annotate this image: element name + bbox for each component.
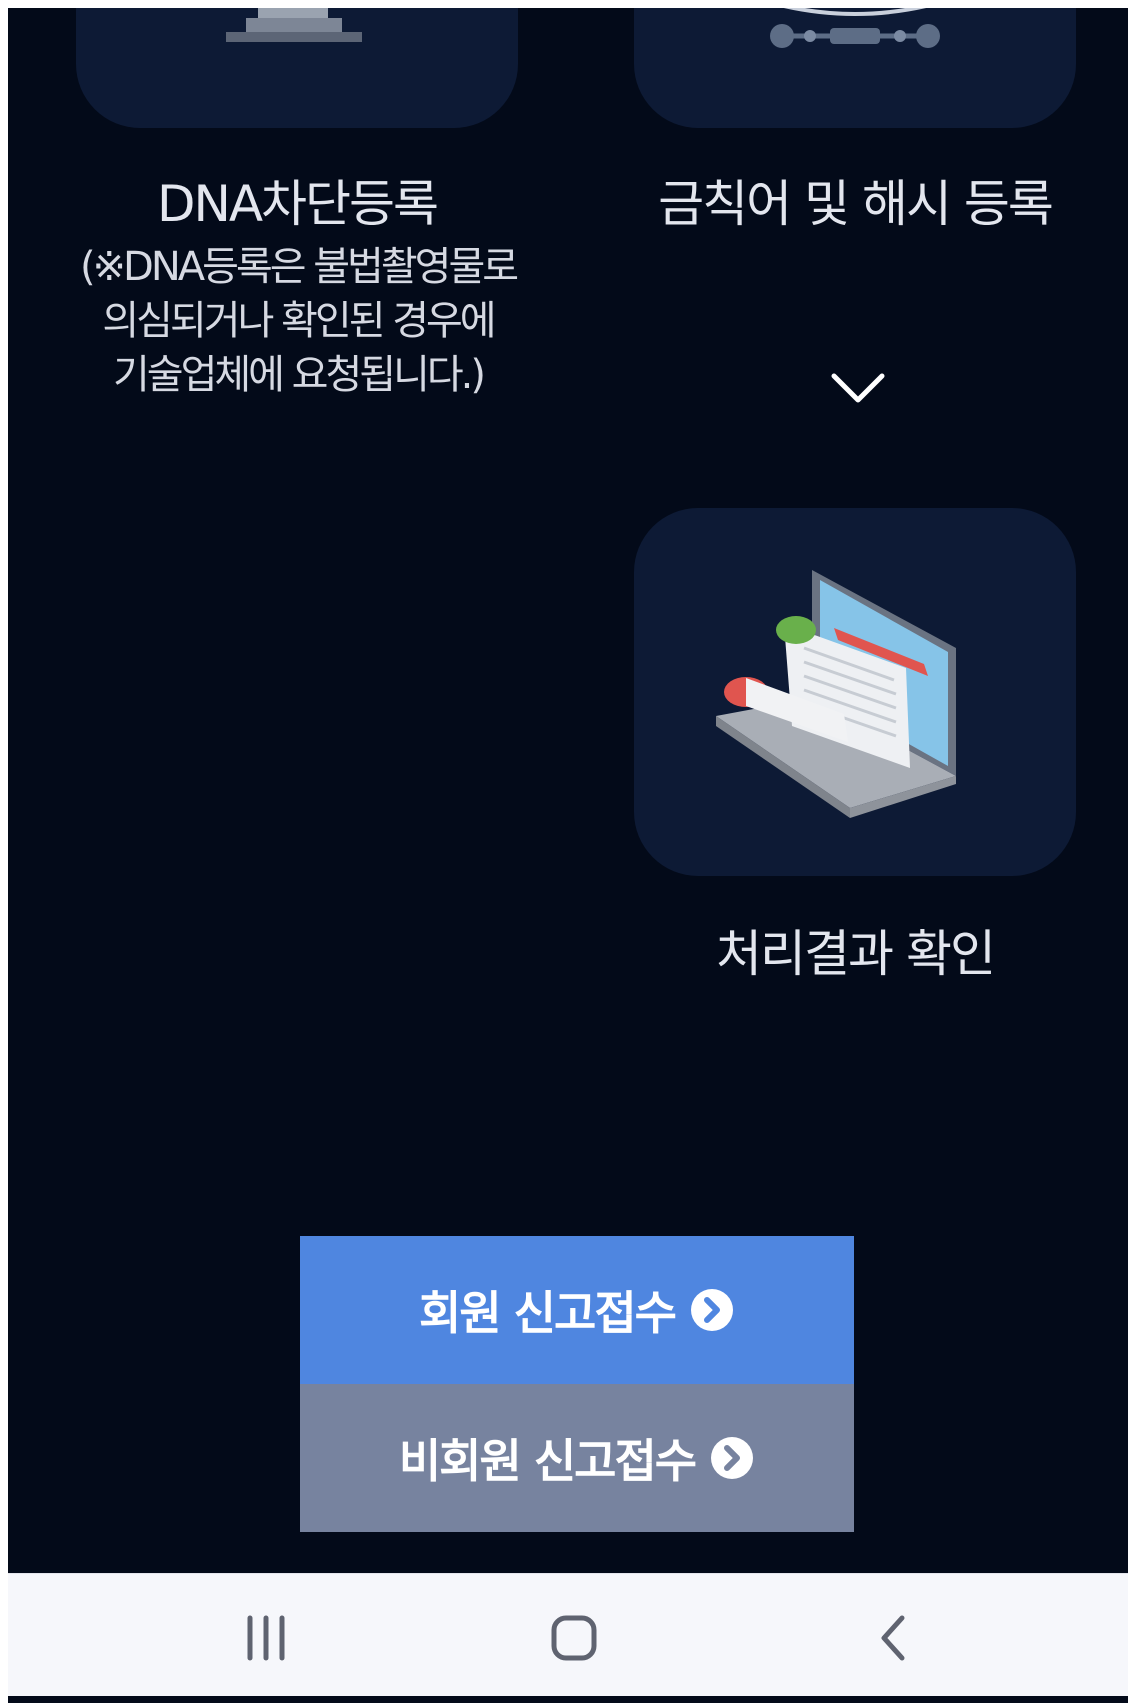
dna-note-line: (※DNA등록은 불법촬영물로 <box>79 244 519 290</box>
member-report-button[interactable]: 회원 신고접수 <box>300 1236 854 1384</box>
dna-note: (※DNA등록은 불법촬영물로 의심되거나 확인된 경우에 기술업체에 요청됩니… <box>58 240 538 402</box>
keyword-hash-card[interactable] <box>634 8 1076 128</box>
result-check-card[interactable] <box>634 508 1076 876</box>
laptop-document-icon <box>716 570 956 818</box>
circle-chevron-right-icon <box>690 1289 733 1331</box>
nonmember-report-label: 비회원 신고접수 <box>398 1434 697 1488</box>
dna-block-title: DNA차단등록 <box>156 175 439 233</box>
system-navigation-bar <box>8 1573 1128 1696</box>
keyword-hash-title: 금칙어 및 해시 등록 <box>658 175 1054 233</box>
nonmember-report-button[interactable]: 비회원 신고접수 <box>300 1384 854 1532</box>
chevron-down-icon <box>831 373 885 403</box>
monitor-stand-icon <box>226 8 362 42</box>
dna-note-line: 기술업체에 요청됩니다.) <box>112 352 486 398</box>
member-report-label: 회원 신고접수 <box>419 1286 677 1340</box>
dna-block-card[interactable] <box>76 8 518 128</box>
circle-chevron-right-icon <box>711 1437 754 1479</box>
home-icon[interactable] <box>544 1610 604 1666</box>
back-icon[interactable] <box>864 1610 924 1666</box>
app-screen: DNA차단등록 금칙어 및 해시 등록 (※DNA등록은 불법촬영물로 의심되거… <box>8 8 1128 1703</box>
result-check-title: 처리결과 확인 <box>716 925 996 983</box>
network-hub-icon <box>770 8 940 48</box>
recent-apps-icon[interactable] <box>236 1610 296 1666</box>
dna-note-line: 의심되거나 확인된 경우에 <box>102 298 496 344</box>
